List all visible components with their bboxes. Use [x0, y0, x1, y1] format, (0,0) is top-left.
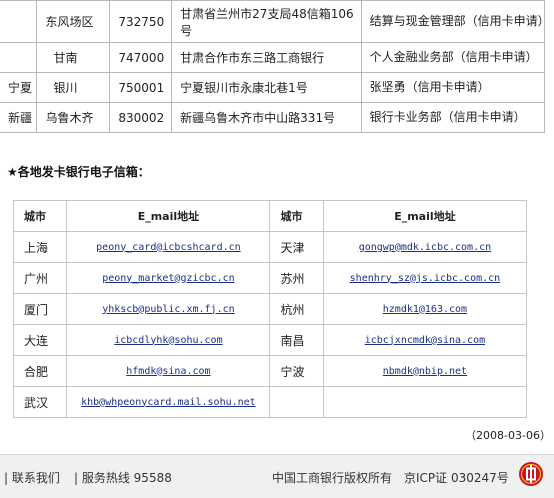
table-row: 新疆 乌鲁木齐 830002 新疆乌鲁木齐市中山路331号 银行卡业务部（信用卡…: [0, 102, 546, 133]
city-cell: 天津: [269, 231, 324, 263]
city-cell: [269, 386, 324, 418]
email-table: 城市 E_mail地址 城市 E_mail地址 上海 peony_card@ic…: [12, 200, 528, 418]
city-header: 城市: [12, 200, 68, 232]
email-link[interactable]: peony_market@gzicbc.cn: [102, 273, 234, 284]
province-cell: [0, 42, 38, 73]
city-cell: 合肥: [12, 355, 68, 387]
city-cell: 银川: [36, 72, 111, 103]
postcode-cell: 732750: [109, 0, 173, 43]
department-cell: 结算与现金管理部（信用卡申请）: [360, 0, 550, 43]
city-cell: 甘南: [36, 42, 111, 73]
postcode-cell: 750001: [109, 72, 173, 103]
email-header: E_mail地址: [66, 200, 271, 232]
contact-us-link[interactable]: | 联系我们: [4, 469, 60, 486]
city-cell: 宁波: [269, 355, 324, 387]
email-link[interactable]: icbcdlyhk@sohu.com: [114, 335, 222, 346]
province-cell: [0, 0, 38, 43]
email-link[interactable]: icbcjxncmdk@sina.com: [365, 335, 485, 346]
city-cell: 杭州: [269, 293, 324, 325]
email-link[interactable]: gongwp@mdk.icbc.com.cn: [359, 242, 491, 253]
page-footer: | 联系我们 | 服务热线 95588 中国工商银行版权所有 京ICP证 030…: [0, 454, 554, 498]
postcode-cell: 747000: [109, 42, 173, 73]
section-heading: ★各地发卡银行电子信箱：: [7, 165, 150, 179]
table-row: 东风场区 732750 甘肃省兰州市27支局48信箱106号 结算与现金管理部（…: [0, 0, 550, 43]
table-header-row: 城市 E_mail地址 城市 E_mail地址: [12, 200, 528, 232]
province-cell: 新疆: [0, 102, 38, 133]
branch-table: 东风场区 732750 甘肃省兰州市27支局48信箱106号 结算与现金管理部（…: [0, 0, 550, 133]
email-link[interactable]: khb@whpeonycard.mail.sohu.net: [81, 397, 256, 408]
address-cell: 宁夏银川市永康北巷1号: [171, 72, 362, 103]
email-link[interactable]: yhkscb@public.xm.fj.cn: [102, 304, 234, 315]
email-link[interactable]: nbmdk@nbip.net: [383, 366, 467, 377]
address-cell: 甘肃省兰州市27支局48信箱106号: [171, 0, 362, 43]
city-cell: 上海: [12, 231, 68, 263]
postcode-cell: 830002: [109, 102, 173, 133]
province-cell: 宁夏: [0, 72, 38, 103]
icbc-logo-icon: [519, 462, 543, 486]
table-row: 甘南 747000 甘肃合作市东三路工商银行 个人金融业务部（信用卡申请）: [0, 42, 546, 73]
table-row: 大连 icbcdlyhk@sohu.com 南昌 icbcjxncmdk@sin…: [12, 324, 528, 356]
email-link[interactable]: shenhry_sz@js.icbc.com.cn: [350, 273, 501, 284]
email-link[interactable]: hzmdk1@163.com: [383, 304, 467, 315]
table-row: 合肥 hfmdk@sina.com 宁波 nbmdk@nbip.net: [12, 355, 528, 387]
table-row: 宁夏 银川 750001 宁夏银川市永康北巷1号 张坚勇（信用卡申请）: [0, 72, 546, 103]
table-row: 武汉 khb@whpeonycard.mail.sohu.net: [12, 386, 528, 418]
email-link[interactable]: peony_card@icbcshcard.cn: [96, 242, 241, 253]
city-cell: 武汉: [12, 386, 68, 418]
copyright-text: 中国工商银行版权所有: [272, 471, 393, 485]
email-link[interactable]: hfmdk@sina.com: [126, 366, 210, 377]
address-cell: 甘肃合作市东三路工商银行: [171, 42, 362, 73]
department-cell: 张坚勇（信用卡申请）: [360, 72, 546, 103]
icp-text: 京ICP证 030247号: [404, 471, 509, 485]
city-cell: 乌鲁木齐: [36, 102, 111, 133]
table-row: 厦门 yhkscb@public.xm.fj.cn 杭州 hzmdk1@163.…: [12, 293, 528, 325]
table-row: 广州 peony_market@gzicbc.cn 苏州 shenhry_sz@…: [12, 262, 528, 294]
city-header: 城市: [269, 200, 324, 232]
department-cell: 个人金融业务部（信用卡申请）: [360, 42, 546, 73]
email-header: E_mail地址: [322, 200, 528, 232]
city-cell: 苏州: [269, 262, 324, 294]
publish-date: （2008-03-06）: [465, 429, 551, 442]
city-cell: 南昌: [269, 324, 324, 356]
department-cell: 银行卡业务部（信用卡申请）: [360, 102, 546, 133]
city-cell: 广州: [12, 262, 68, 294]
hotline-text: | 服务热线 95588: [74, 471, 172, 485]
address-cell: 新疆乌鲁木齐市中山路331号: [171, 102, 362, 133]
city-cell: 东风场区: [36, 0, 111, 43]
city-cell: 厦门: [12, 293, 68, 325]
table-row: 上海 peony_card@icbcshcard.cn 天津 gongwp@md…: [12, 231, 528, 263]
city-cell: 大连: [12, 324, 68, 356]
